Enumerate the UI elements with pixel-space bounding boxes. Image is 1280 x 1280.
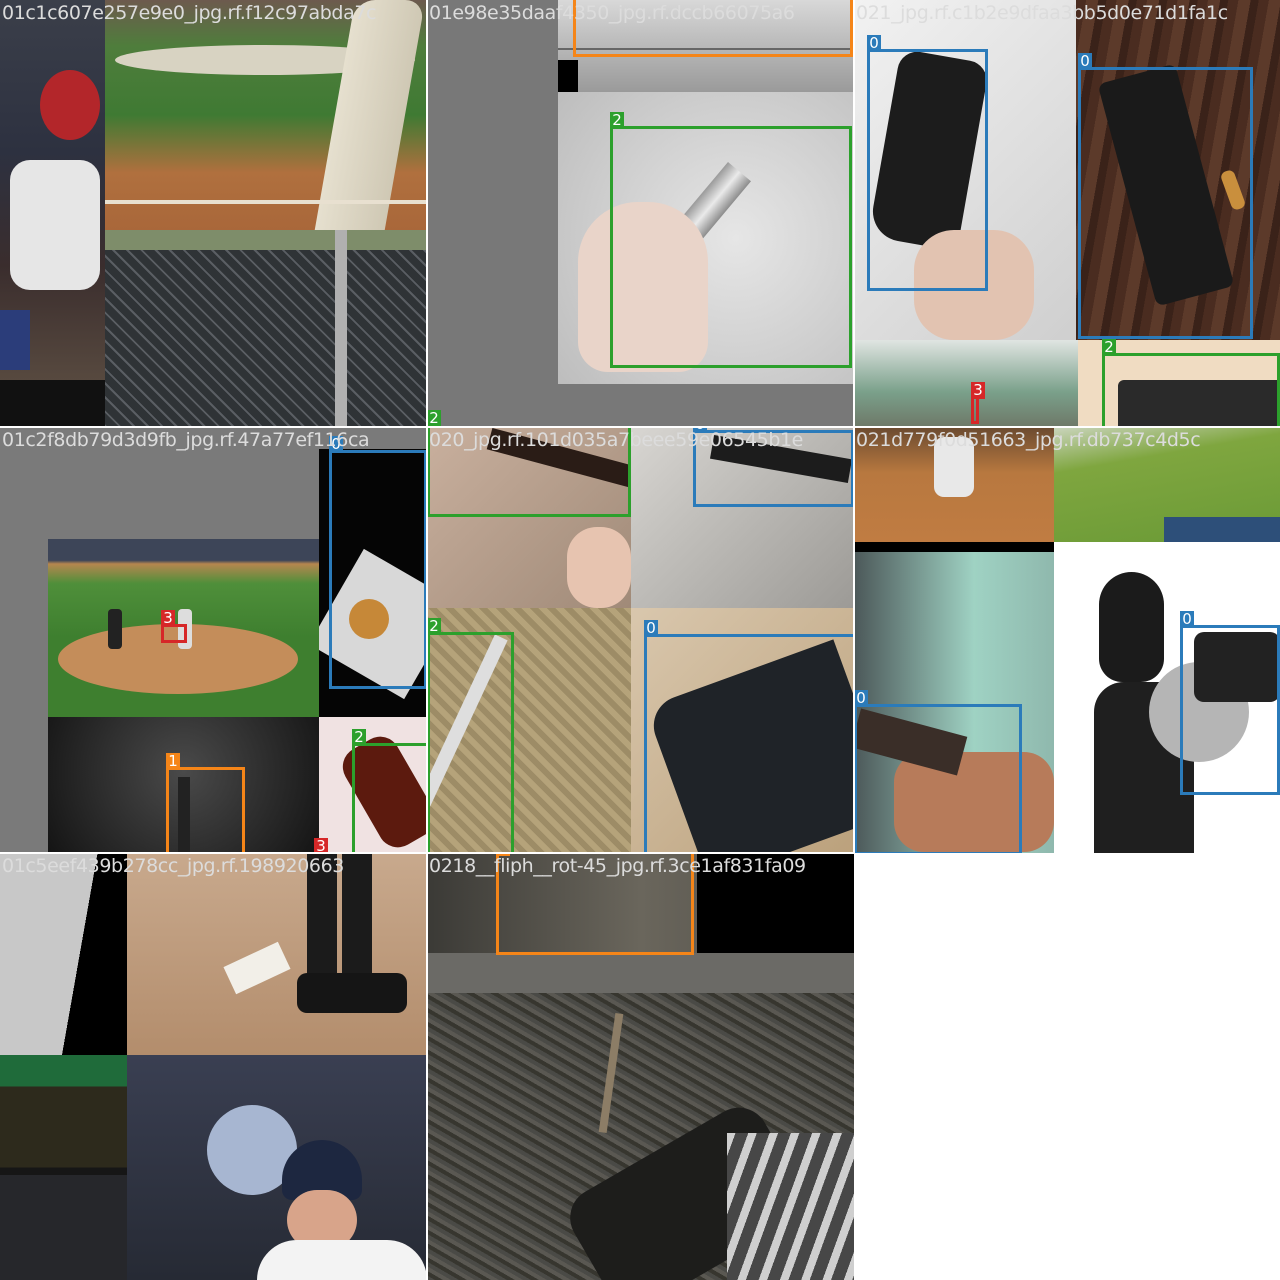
tile8-ground-photo: [427, 953, 854, 1280]
mosaic-tile-1: 01c1c607e257e9e0_jpg.rf.f12c97abda7c: [0, 0, 427, 427]
mosaic-tile-3: 0 0 2 3 021_jpg.rf.c1b2e9dfaa3bb5d0e71d1…: [854, 0, 1280, 427]
grid-line-v1: [426, 0, 428, 1280]
tile2-black-gap: [558, 60, 578, 92]
tile3-field-photo: [854, 340, 1078, 427]
tile6-hand-gun-photo: [854, 552, 1054, 853]
tile7-dugout-photo: [0, 1055, 127, 1280]
tile7-filename: 01c5eef439b278cc_jpg.rf.198920663: [2, 855, 344, 877]
grid-line-h1: [0, 426, 1280, 428]
tile5-blade-photo: [631, 427, 854, 608]
tile7-gray-wedge: [0, 853, 127, 1055]
tile1-catcher-photo: [0, 0, 105, 380]
tile4-filename: 01c2f8db79d3d9fb_jpg.rf.47a77ef116ca: [2, 429, 370, 451]
tile5-filename: 020_jpg.rf.101d035a7beee59e06545b1e: [429, 429, 803, 451]
tile1-filename: 01c1c607e257e9e0_jpg.rf.f12c97abda7c: [2, 2, 377, 24]
tile1-black-gap: [0, 380, 105, 427]
tile6-masked-man-photo: [1054, 542, 1280, 853]
mosaic-tile-5: 0 2 0 020_jpg.rf.101d035a7beee59e06545b1…: [427, 427, 854, 853]
tile5-fabric-photo: [427, 608, 631, 853]
tile7-batter-photo: [127, 1055, 427, 1280]
tile3-filename: 021_jpg.rf.c1b2e9dfaa3bb5d0e71d1fa1c: [856, 2, 1228, 24]
tile2-edge-label: 2: [427, 410, 441, 427]
tile4-gray-area: [0, 427, 48, 853]
tile3-hand-pistol-photo: [854, 0, 1076, 340]
tile4-revolver-photo: [319, 449, 427, 717]
mosaic-tile-2: 2 2 01e98e35daaf4350_jpg.rf.dccb66075a6: [427, 0, 854, 427]
mosaic-tile-4: 0 3 1 2 3 01c2f8db79d3d9fb_jpg.rf.47a77e…: [0, 427, 427, 853]
mosaic-empty-cell: [854, 853, 1280, 1280]
tile3-wood-pistol-photo: [1076, 0, 1280, 340]
tile4-stadium-photo: [48, 539, 319, 717]
tile4-knife-photo: [319, 717, 427, 853]
tile7-cleats-photo: [127, 853, 427, 1055]
tile5-knife-hand-photo: [427, 427, 631, 608]
tile1-field-photo: [105, 0, 427, 230]
tile6-filename: 021d779f0d51663_jpg.rf.db737c4d5c: [856, 429, 1201, 451]
tile5-pistol-photo: [631, 608, 854, 853]
tile1-fence-photo: [105, 230, 427, 427]
mosaic-tile-6: 0 0 021d779f0d51663_jpg.rf.db737c4d5c: [854, 427, 1280, 853]
tile3-pistol-beige-photo: [1078, 340, 1280, 427]
mosaic-tile-8: 1 0218__fliph__rot-45_jpg.rf.3ce1af831fa…: [427, 853, 854, 1280]
tile4-dark-photo: [48, 717, 319, 853]
mosaic-tile-7: 01c5eef439b278cc_jpg.rf.198920663: [0, 853, 427, 1280]
tile2-filename: 01e98e35daaf4350_jpg.rf.dccb66075a6: [429, 2, 795, 24]
tile8-filename: 0218__fliph__rot-45_jpg.rf.3ce1af831fa09: [429, 855, 806, 877]
tile2-knife-photo: [558, 92, 854, 384]
grid-line-h2: [0, 852, 854, 854]
